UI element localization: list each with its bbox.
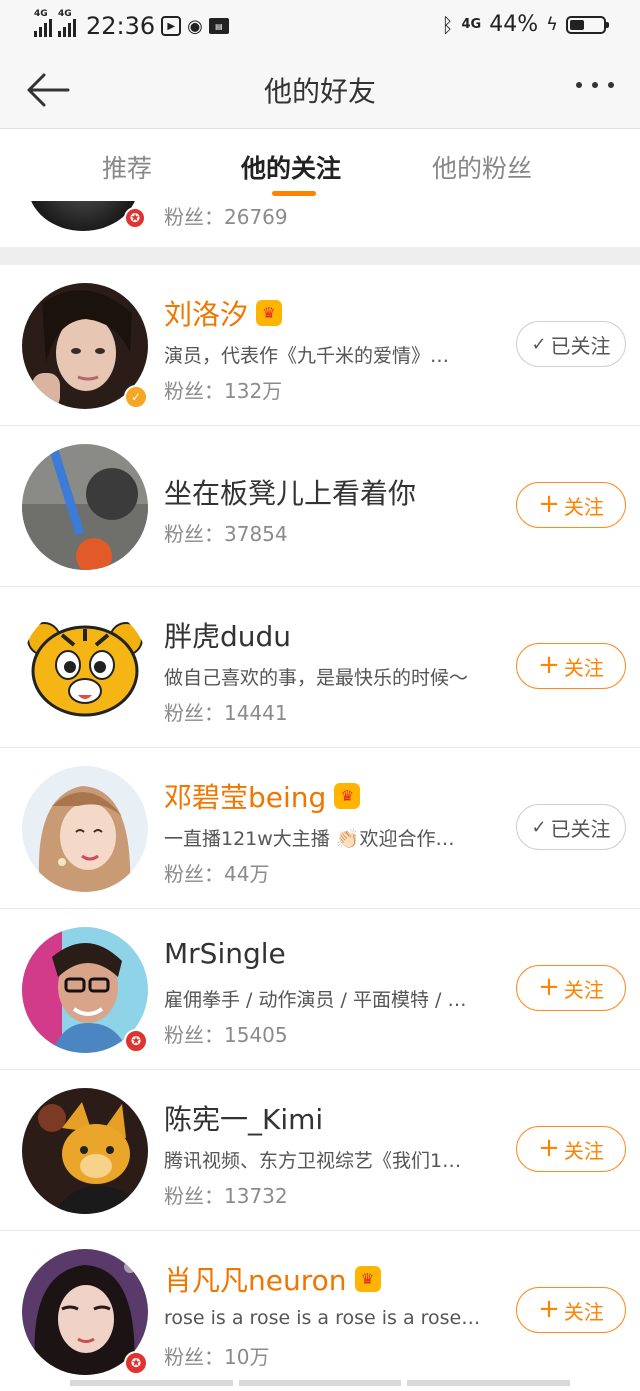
user-name: 胖虎dudu (164, 620, 292, 653)
weibo-notification-icon: ◉ (187, 15, 203, 37)
page-title: 他的好友 (263, 75, 376, 108)
active-tab-indicator (272, 191, 316, 196)
plus-icon: + (538, 1133, 560, 1163)
fans-count: 粉丝：26769 (164, 205, 288, 229)
user-description: rose is a rose is a rose is a rose… (164, 1307, 481, 1329)
list-item[interactable]: 胖虎dudu 做自己喜欢的事，是最快乐的时候～ 粉丝：14441 + 关注 (0, 587, 640, 748)
followed-button[interactable]: ✓ 已关注 (516, 804, 626, 850)
plus-icon: + (538, 650, 560, 680)
user-description: 做自己喜欢的事，是最快乐的时候～ (164, 667, 469, 689)
fans-count: 粉丝：14441 (164, 701, 288, 725)
fans-count: 粉丝：15405 (164, 1023, 288, 1047)
list-item[interactable]: ✪ MrSingle 雇佣拳手 / 动作演员 / 平面模特 / … 粉丝：154… (0, 909, 640, 1070)
fans-count: 粉丝：132万 (164, 379, 283, 403)
fans-count: 粉丝：10万 (164, 1345, 270, 1369)
following-list: ✓ 刘洛汐 ♛ 演员，代表作《九千米的爱情》… 粉丝：132万 ✓ 已关注 坐在板凳… (0, 265, 640, 1391)
fans-count: 粉丝：13732 (164, 1184, 288, 1208)
followed-button[interactable]: ✓ 已关注 (516, 321, 626, 367)
user-description: 腾讯视频、东方卫视综艺《我们1… (164, 1150, 462, 1172)
user-name: 陈宪一_Kimi (164, 1103, 324, 1136)
section-divider (0, 247, 640, 265)
charging-icon: ϟ (546, 14, 558, 35)
plus-icon: + (538, 489, 560, 519)
avatar[interactable] (22, 766, 148, 892)
status-bar: 4G 4G 22:36 ▶ ◉ ▤ ᛒ 4G 44% ϟ (0, 0, 640, 52)
plus-icon: + (538, 972, 560, 1002)
avatar[interactable] (22, 605, 148, 731)
list-item[interactable]: 坐在板凳儿上看着你 粉丝：37854 + 关注 (0, 426, 640, 587)
battery-percent: 44% (489, 12, 539, 37)
list-item[interactable]: ✓ 刘洛汐 ♛ 演员，代表作《九千米的爱情》… 粉丝：132万 ✓ 已关注 (0, 265, 640, 426)
verified-v-icon: ✓ (124, 385, 148, 409)
verified-badge-icon: ✪ (124, 207, 146, 229)
tab-following[interactable]: 他的关注 (241, 149, 341, 185)
fans-count: 粉丝：44万 (164, 862, 270, 886)
user-name: 肖凡凡neuron ♛ (164, 1259, 381, 1299)
tab-bar: 推荐 他的关注 他的粉丝 (0, 129, 640, 202)
top-navbar: 他的好友 (0, 52, 640, 129)
follow-button[interactable]: + 关注 (516, 965, 626, 1011)
user-name: 坐在板凳儿上看着你 (164, 477, 417, 510)
avatar (28, 201, 138, 231)
list-item[interactable]: 邓碧莹being ♛ 一直播121w大主播 👏🏻欢迎合作… 粉丝：44万 ✓ 已关注 (0, 748, 640, 909)
user-name: MrSingle (164, 937, 286, 970)
list-item[interactable]: ✪ 粉丝：26769 (0, 201, 640, 247)
vip-crown-icon: ♛ (256, 300, 283, 326)
tab-recommend[interactable]: 推荐 (102, 149, 152, 185)
verified-badge-icon: ✪ (124, 1351, 148, 1375)
user-description: 雇佣拳手 / 动作演员 / 平面模特 / … (164, 989, 467, 1011)
vip-crown-icon: ♛ (354, 1266, 381, 1292)
status-time: 22:36 (86, 12, 156, 40)
more-dots-icon[interactable] (576, 82, 614, 88)
battery-icon (566, 15, 609, 34)
play-notification-icon: ▶ (161, 16, 182, 36)
next-row-peek (70, 1380, 571, 1386)
network-type-icon: 4G (461, 17, 482, 32)
user-name: 邓碧莹being ♛ (164, 776, 361, 816)
vip-crown-icon: ♛ (334, 783, 361, 809)
cell-signal-icon: 4G (34, 9, 52, 37)
verified-badge-icon: ✪ (124, 1029, 148, 1053)
bluetooth-icon: ᛒ (441, 12, 454, 37)
check-icon: ✓ (531, 333, 547, 355)
plus-icon: + (538, 1294, 560, 1324)
cell-signal-icon: 4G (58, 9, 76, 37)
tab-fans[interactable]: 他的粉丝 (432, 149, 532, 185)
user-name: 刘洛汐 ♛ (164, 293, 283, 333)
user-description: 演员，代表作《九千米的爱情》… (164, 345, 450, 367)
news-notification-icon: ▤ (208, 18, 229, 34)
follow-button[interactable]: + 关注 (516, 1126, 626, 1172)
fans-count: 粉丝：37854 (164, 522, 288, 546)
list-item[interactable]: 陈宪一_Kimi 腾讯视频、东方卫视综艺《我们1… 粉丝：13732 + 关注 (0, 1070, 640, 1231)
follow-button[interactable]: + 关注 (516, 643, 626, 689)
follow-button[interactable]: + 关注 (516, 1287, 626, 1333)
list-item[interactable]: ✪ 肖凡凡neuron ♛ rose is a rose is a rose is… (0, 1231, 640, 1391)
follow-button[interactable]: + 关注 (516, 482, 626, 528)
user-description: 一直播121w大主播 👏🏻欢迎合作… (164, 828, 455, 850)
check-icon: ✓ (531, 816, 547, 838)
avatar[interactable] (22, 1088, 148, 1214)
avatar[interactable] (22, 444, 148, 570)
